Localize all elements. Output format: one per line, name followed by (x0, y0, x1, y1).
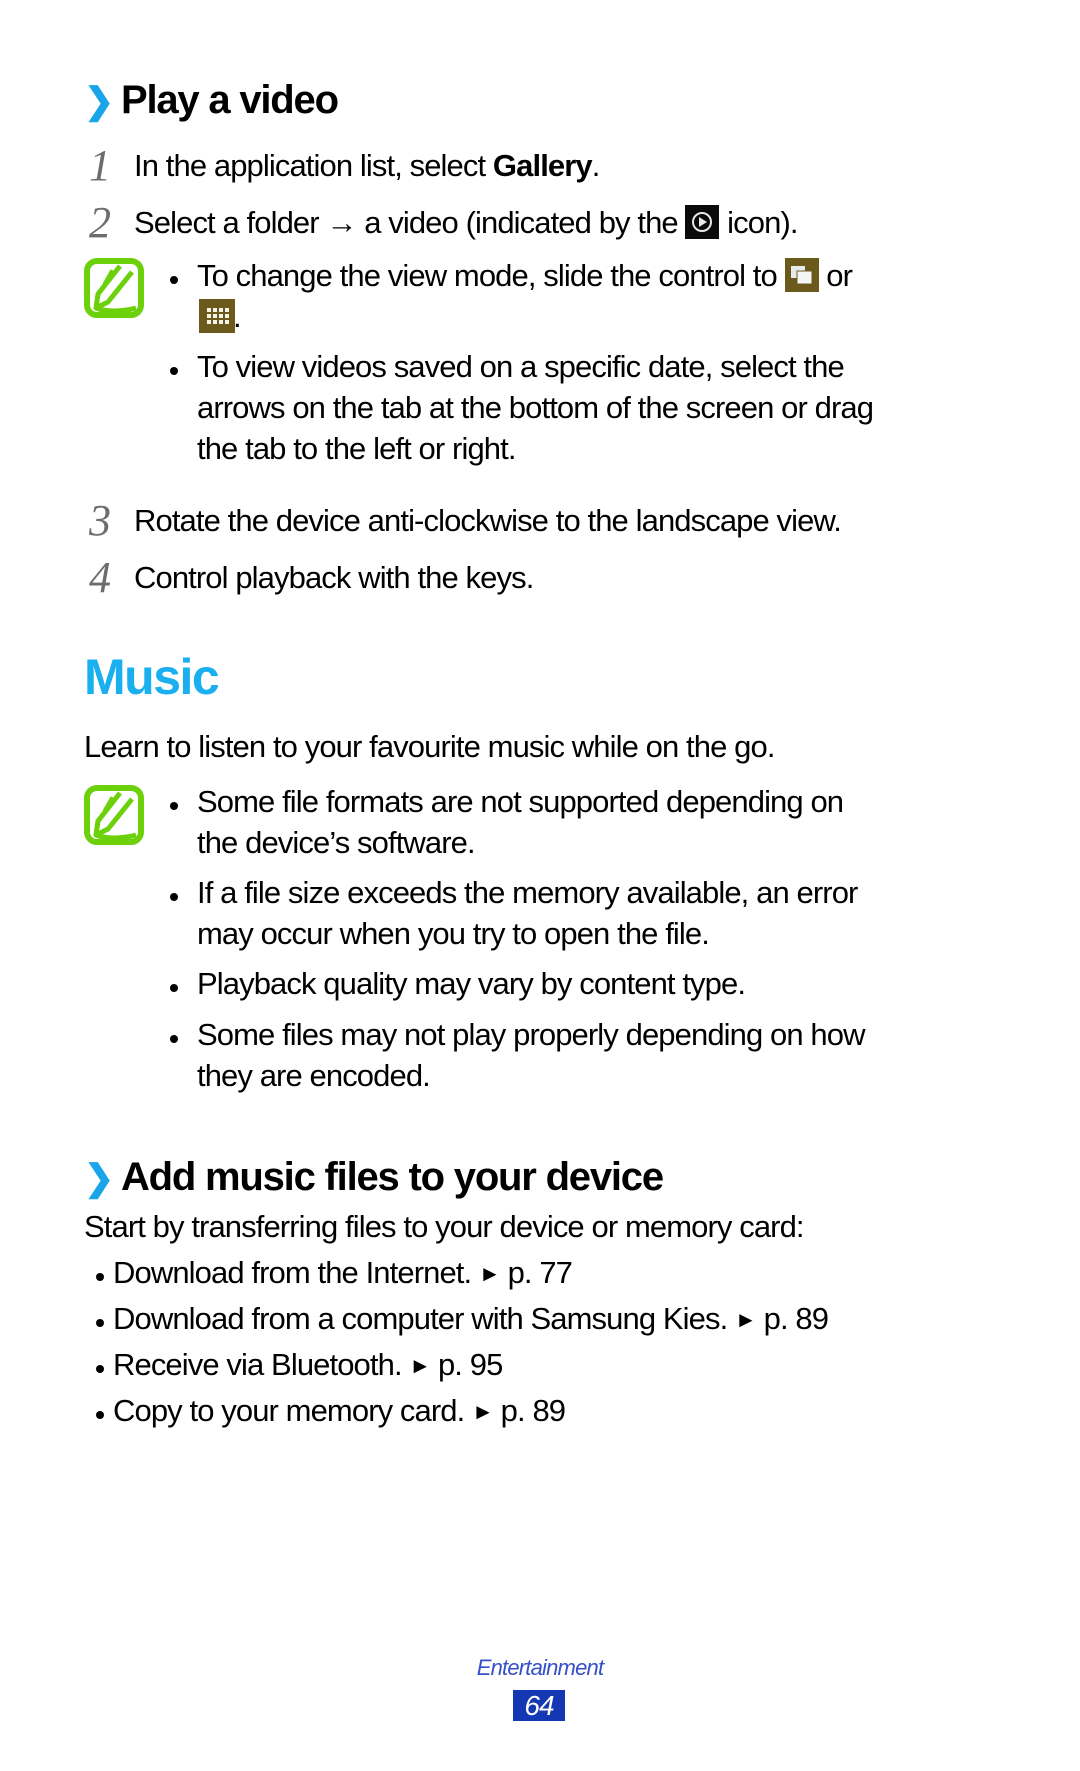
grid-view-icon (199, 299, 235, 333)
music-title: Music (84, 649, 220, 705)
stack-view-icon (784, 258, 819, 292)
triangle-right-icon: ► (735, 1307, 757, 1332)
bullet (170, 1035, 178, 1043)
music-note-quality: Playback quality may vary by content typ… (197, 963, 746, 1004)
heading-text: Add music files to your device (120, 1155, 664, 1199)
music-intro: Learn to listen to your favourite music … (84, 729, 775, 764)
step-2-text: Select a folder → a video (indicated by … (134, 202, 798, 243)
note-text-end: or (818, 258, 853, 293)
item-text: Download from the Internet. (113, 1255, 472, 1290)
note-line: they are encoded. (197, 1058, 431, 1093)
step-1-text: In the application list, select Gallery. (134, 145, 601, 186)
note-pencil-icon (84, 785, 144, 845)
gallery-label: Gallery (492, 148, 593, 183)
note-text: To change the view mode, slide the contr… (197, 258, 785, 293)
step-3-text: Rotate the device anti-clockwise to the … (134, 503, 842, 538)
step-number: 3 (89, 496, 111, 545)
triangle-right-icon: ► (409, 1353, 431, 1378)
item-text: Receive via Bluetooth. (113, 1347, 403, 1382)
bullet (96, 1273, 104, 1281)
page-ref-link[interactable]: p. 77 (508, 1255, 573, 1290)
page-ref-link[interactable]: p. 95 (438, 1347, 503, 1382)
step-text: Select a folder → a video (indicated by … (134, 205, 686, 240)
video-play-icon (685, 205, 720, 239)
add-music-item: Download from the Internet. ► p. 77 (113, 1252, 573, 1294)
note-line: arrows on the tab at the bottom of the s… (197, 390, 874, 425)
step-number: 2 (89, 198, 111, 247)
bullet (170, 984, 178, 992)
add-music-item: Download from a computer with Samsung Ki… (113, 1298, 829, 1340)
music-note-formats: Some file formats are not supported depe… (197, 781, 844, 863)
bullet (96, 1411, 104, 1419)
chevron-right-icon: ❯ (84, 1157, 114, 1198)
add-music-item: Copy to your memory card. ► p. 89 (113, 1390, 566, 1432)
chevron-right-icon: ❯ (84, 80, 114, 121)
note-line: the tab to the left or right. (197, 431, 516, 466)
heading-text: Play a video (120, 78, 339, 122)
step-number: 1 (89, 141, 111, 190)
music-note-file-size: If a file size exceeds the memory availa… (197, 872, 858, 954)
triangle-right-icon: ► (478, 1261, 501, 1286)
bullet (170, 893, 178, 901)
note-bullet-date: To view videos saved on a specific date,… (197, 346, 874, 469)
footer-section-label: Entertainment (476, 1655, 604, 1680)
bullet (96, 1365, 104, 1373)
section-heading-add-music: ❯ Add music files to your device (84, 1155, 664, 1200)
bullet (170, 367, 178, 375)
step-text-end: . (591, 148, 601, 183)
note-line: If a file size exceeds the memory availa… (197, 875, 858, 910)
add-music-intro: Start by transferring files to your devi… (84, 1209, 805, 1244)
page-number-badge: 64 (513, 1690, 565, 1721)
bullet (96, 1319, 104, 1327)
page-ref-link[interactable]: p. 89 (501, 1393, 566, 1428)
item-text: Download from a computer with Samsung Ki… (113, 1301, 728, 1336)
step-text: In the application list, select (134, 148, 493, 183)
note-pencil-icon (84, 258, 144, 318)
note-text-end: . (233, 299, 242, 334)
step-text-end: icon). (719, 205, 798, 240)
note-bullet-view-mode-line2: . (199, 296, 242, 337)
item-text: Copy to your memory card. (113, 1393, 465, 1428)
note-line: Some file formats are not supported depe… (197, 784, 844, 819)
section-heading-play-video: ❯ Play a video (84, 78, 339, 123)
page-ref-link[interactable]: p. 89 (764, 1301, 829, 1336)
music-note-encoding: Some files may not play properly dependi… (197, 1014, 866, 1096)
step-4-text: Control playback with the keys. (134, 560, 534, 595)
note-line: may occur when you try to open the file. (197, 916, 710, 951)
add-music-item: Receive via Bluetooth. ► p. 95 (113, 1344, 503, 1386)
triangle-right-icon: ► (472, 1399, 494, 1424)
note-bullet-view-mode: To change the view mode, slide the contr… (197, 255, 853, 296)
step-number: 4 (89, 553, 111, 602)
bullet (170, 802, 178, 810)
note-line: the device’s software. (197, 825, 476, 860)
note-line: To view videos saved on a specific date,… (197, 349, 845, 384)
bullet (170, 276, 178, 284)
note-line: Playback quality may vary by content typ… (197, 966, 746, 1001)
note-line: Some files may not play properly dependi… (197, 1017, 866, 1052)
